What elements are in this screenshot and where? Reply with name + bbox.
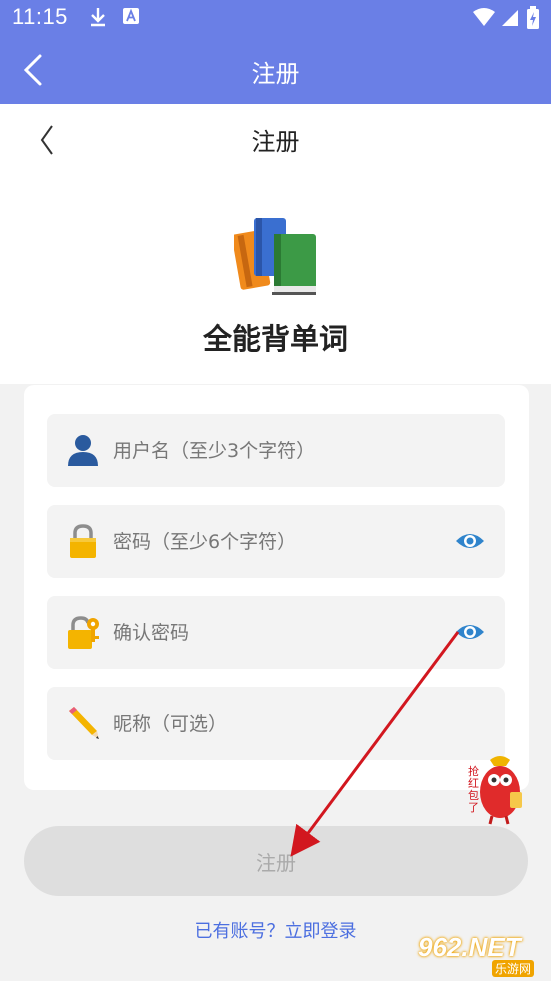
register-submit-button[interactable]: 注册 (24, 826, 528, 896)
nickname-field[interactable] (47, 687, 505, 760)
nickname-input[interactable] (113, 687, 433, 760)
status-bar: 11:15 (0, 0, 551, 36)
wifi-icon (473, 8, 495, 26)
download-icon (91, 8, 105, 27)
watermark-subtext: 乐游网 (492, 960, 535, 977)
watermark: 962.NET 乐游网 (410, 930, 548, 978)
signal-icon (502, 10, 518, 26)
app-bar-title: 注册 (251, 60, 300, 88)
show-password-eye-icon[interactable] (455, 529, 485, 553)
password-input[interactable] (113, 505, 433, 578)
user-icon (68, 435, 98, 466)
red-packet-badge-text: 抢红包了 (468, 765, 479, 814)
confirm-password-field[interactable] (47, 596, 505, 669)
page-title: 注册 (251, 128, 300, 156)
watermark-text: 962.NET (418, 932, 521, 962)
username-input[interactable] (113, 414, 433, 487)
password-field[interactable] (47, 505, 505, 578)
username-field[interactable] (47, 414, 505, 487)
font-icon (123, 8, 139, 24)
show-confirm-password-eye-icon[interactable] (455, 620, 485, 644)
status-time: 11:15 (12, 4, 68, 29)
confirm-password-input[interactable] (113, 596, 433, 669)
pencil-icon (69, 707, 99, 739)
lock-icon (70, 524, 96, 558)
header-area: 注册 全能背单词 (0, 104, 551, 384)
battery-icon (527, 6, 539, 29)
app-bar: 注册 (0, 36, 551, 104)
register-form-card (24, 385, 529, 790)
app-name: 全能背单词 (202, 322, 348, 356)
books-logo-icon (234, 218, 316, 295)
lock-key-icon (68, 616, 99, 649)
red-packet-badge[interactable]: 抢红包了 (466, 752, 530, 826)
